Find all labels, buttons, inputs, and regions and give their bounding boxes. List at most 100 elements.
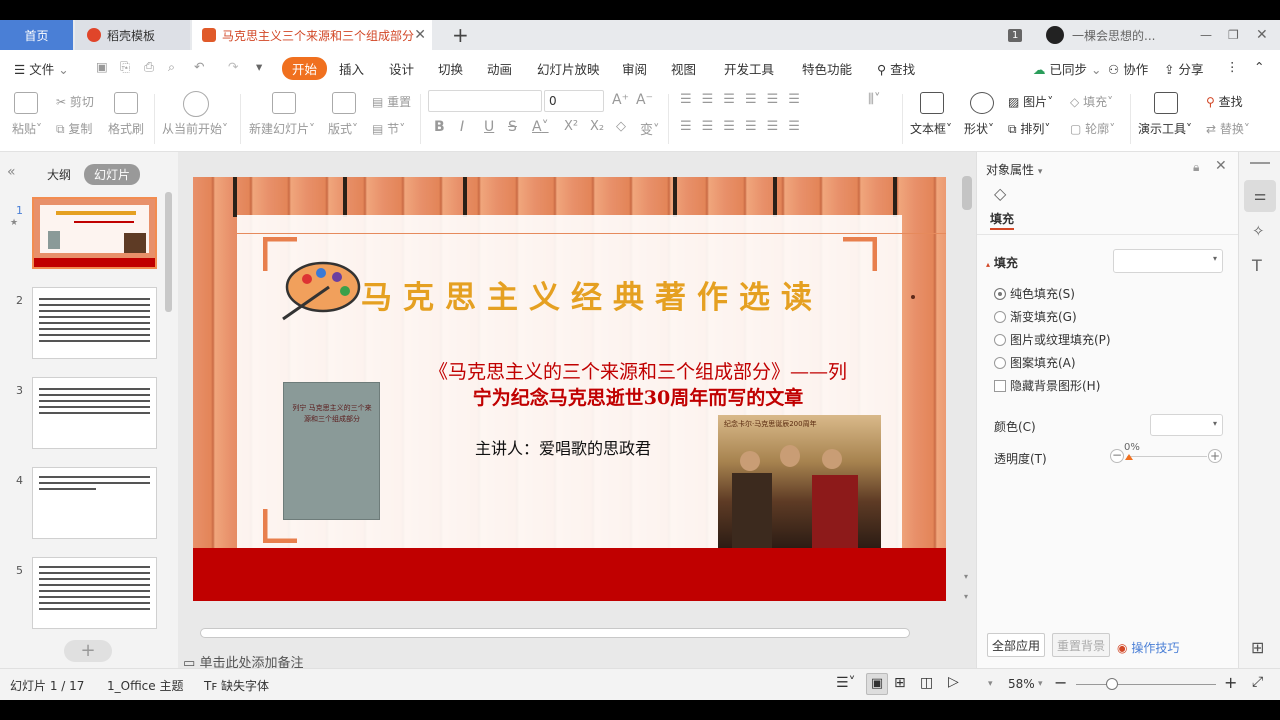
find-button[interactable]: ⚲ 查找 [1206, 93, 1243, 110]
new-slide-button[interactable]: 新建幻灯片˅ [249, 120, 315, 137]
menu-home[interactable]: 开始 [282, 57, 328, 80]
search-button[interactable]: ⚲ 查找 [877, 59, 915, 78]
shrink-font-icon[interactable]: A⁻ [636, 92, 653, 108]
normal-view-icon[interactable]: ▣ [866, 673, 888, 695]
customize-qat-icon[interactable]: ▾ [256, 59, 262, 74]
reset-button[interactable]: ▤ 重置 [372, 93, 411, 110]
window-count-badge[interactable]: 1 [1008, 20, 1023, 50]
preview-icon[interactable]: ⌕ [168, 59, 175, 75]
arrange-button[interactable]: ⧉ 排列˅ [1008, 120, 1050, 137]
new-tab-button[interactable]: + [452, 20, 469, 50]
shape-button[interactable]: 形状˅ [964, 120, 994, 137]
present-tools-icon[interactable] [1154, 92, 1178, 114]
canvas-hscrollbar[interactable] [200, 628, 910, 638]
slide-thumb-2[interactable] [32, 287, 157, 359]
solid-fill-radio[interactable]: 纯色填充(S) [994, 285, 1075, 302]
sync-status[interactable]: ☁ 已同步 ⌄ [1033, 59, 1101, 78]
phonetic-icon[interactable]: 变˅ [640, 119, 660, 138]
picture-button[interactable]: ▨ 图片˅ [1008, 93, 1053, 110]
font-size-select[interactable]: 0 [544, 90, 604, 112]
lock-icon[interactable]: 🔒︎ [1193, 160, 1199, 175]
section-button[interactable]: ▤ 节˅ [372, 120, 405, 137]
close-window-button[interactable]: ✕ [1256, 20, 1268, 50]
next-slide-icon[interactable]: ▾ [964, 592, 968, 601]
grid-icon[interactable]: ⊞ [1251, 638, 1264, 657]
outline-tab[interactable]: 大纲 [47, 166, 71, 183]
add-slide-button[interactable]: + [64, 640, 112, 662]
clear-format-icon[interactable]: ◇ [616, 119, 626, 134]
prev-slide-icon[interactable]: ▾ [964, 572, 968, 581]
quick-export-icon[interactable]: ⎘ [120, 59, 130, 75]
canvas-vscrollbar[interactable] [962, 176, 972, 210]
zoom-level[interactable]: 58% [1008, 677, 1035, 691]
tips-link[interactable]: ◉ 操作技巧 [1117, 639, 1179, 656]
layout-button[interactable]: 版式˅ [328, 120, 358, 137]
slide[interactable]: 马克思主义经典著作选读 《马克思主义的三个来源和三个组成部分》——列 宁为纪念马… [193, 177, 946, 601]
play-slideshow-icon[interactable]: ▷ [948, 674, 959, 690]
font-family-select[interactable] [428, 90, 542, 112]
restore-button[interactable]: ❐ [1228, 20, 1239, 50]
tab-template[interactable]: 稻壳模板 [75, 20, 190, 50]
zoom-in-button[interactable]: + [1224, 673, 1237, 692]
undo-icon[interactable]: ↶ [194, 59, 204, 74]
chevron-down-icon[interactable]: ▾ [1038, 679, 1043, 689]
properties-icon[interactable]: ⚌ [1244, 180, 1276, 212]
menu-view[interactable]: 视图 [671, 59, 696, 78]
menu-design[interactable]: 设计 [389, 59, 414, 78]
slide-thumb-5[interactable] [32, 557, 157, 629]
slide-thumb-3[interactable] [32, 377, 157, 449]
minimize-button[interactable]: — [1200, 20, 1212, 50]
gradient-fill-radio[interactable]: 渐变填充(G) [994, 308, 1077, 325]
format-painter-icon[interactable] [114, 92, 138, 114]
cut-button[interactable]: ✂ 剪切 [56, 93, 94, 110]
notes-toggle-icon[interactable]: ☰˅ [836, 675, 856, 691]
redo-icon[interactable]: ↷ [228, 59, 238, 74]
reset-background-button[interactable]: 重置背景 [1052, 633, 1110, 657]
color-picker[interactable]: ▾ [1150, 414, 1223, 436]
thumb-scrollbar[interactable] [165, 192, 172, 312]
apply-all-button[interactable]: 全部应用 [987, 633, 1045, 657]
share-button[interactable]: ⇪ 分享 [1164, 59, 1203, 78]
text-box-icon[interactable] [920, 92, 944, 114]
menu-review[interactable]: 审阅 [622, 59, 647, 78]
subscript-icon[interactable]: X₂ [590, 119, 604, 134]
hide-background-checkbox[interactable]: 隐藏背景图形(H) [994, 377, 1100, 394]
fill-bucket-icon[interactable]: ◇ [994, 184, 1006, 203]
list-buttons[interactable]: ☰☰☰☰☰☰ [680, 92, 810, 107]
shape-icon[interactable] [970, 92, 994, 114]
pane-title[interactable]: 对象属性 ▾ [986, 161, 1042, 178]
fit-window-icon[interactable]: ⤢ [1252, 674, 1263, 690]
fill-button[interactable]: ◇ 填充˅ [1070, 93, 1113, 110]
fill-tab[interactable]: 填充 [990, 210, 1014, 227]
menu-transition[interactable]: 切换 [438, 59, 463, 78]
file-menu[interactable]: ☰ 文件 ⌄ [14, 59, 69, 78]
copy-button[interactable]: ⧉ 复制 [56, 120, 92, 137]
italic-button[interactable]: I [460, 119, 464, 135]
zoom-slider-thumb[interactable] [1106, 678, 1118, 690]
present-tools-button[interactable]: 演示工具˅ [1138, 120, 1192, 137]
quick-save-icon[interactable]: ▣ [96, 59, 108, 74]
transparency-slider[interactable] [1127, 456, 1207, 457]
menu-developer[interactable]: 开发工具 [724, 59, 774, 78]
tab-document[interactable]: 马克思主义三个来源和三个组成部分 ✕ [192, 20, 432, 50]
pattern-fill-radio[interactable]: 图案填充(A) [994, 354, 1076, 371]
missing-font-button[interactable]: Tꜰ 缺失字体 [204, 677, 269, 694]
format-painter-button[interactable]: 格式刷 [108, 120, 144, 137]
align-buttons[interactable]: ☰☰☰☰☰☰ [680, 119, 810, 134]
paste-icon[interactable] [14, 92, 38, 114]
layout-icon[interactable] [332, 92, 356, 114]
menu-insert[interactable]: 插入 [339, 59, 364, 78]
close-icon[interactable]: ✕ [1215, 158, 1227, 174]
grow-font-icon[interactable]: A⁺ [612, 92, 629, 108]
play-icon[interactable] [183, 91, 209, 117]
slider-thumb[interactable] [1125, 454, 1133, 460]
user-area[interactable]: 一棵会思想的... [1046, 20, 1155, 50]
picture-fill-radio[interactable]: 图片或纹理填充(P) [994, 331, 1111, 348]
slide-thumb-1[interactable] [32, 197, 157, 269]
print-icon[interactable]: ⎙ [144, 59, 154, 75]
fill-section-header[interactable]: ▴ 填充 [986, 254, 1018, 271]
menu-slideshow[interactable]: 幻灯片放映 [537, 59, 600, 78]
font-color-button[interactable]: A˅ [532, 119, 549, 135]
slide-thumb-4[interactable] [32, 467, 157, 539]
zoom-slider[interactable] [1076, 684, 1216, 685]
